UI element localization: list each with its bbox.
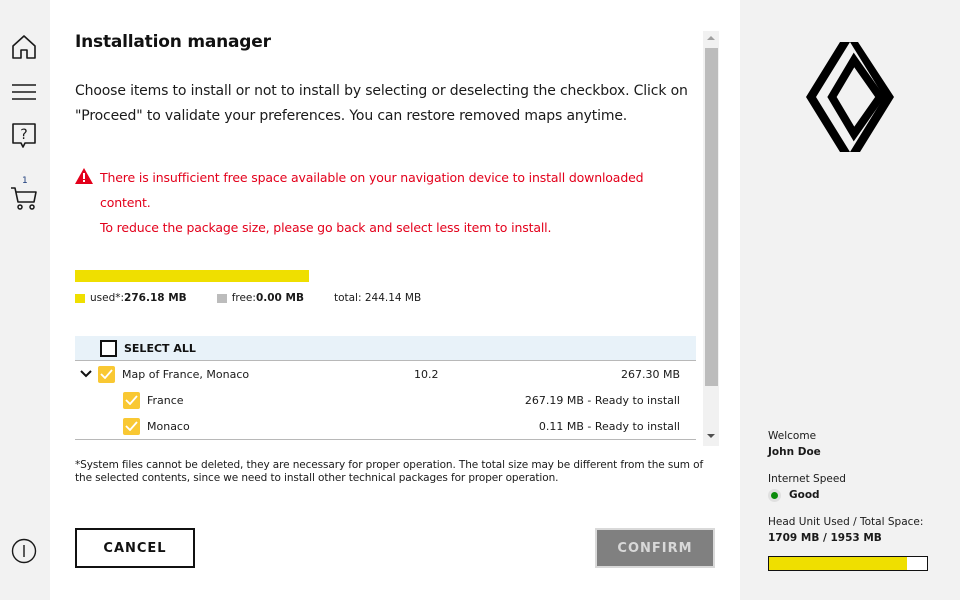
- free-swatch: [216, 293, 227, 303]
- confirm-button[interactable]: CONFIRM: [595, 528, 715, 568]
- help-icon: ?: [12, 123, 36, 148]
- head-unit-usage-bar: [768, 556, 928, 571]
- head-unit-value: 1709 MB / 1953 MB: [768, 532, 882, 544]
- head-unit-usage-fill: [769, 557, 908, 570]
- scroll-up-arrow-icon[interactable]: [707, 36, 715, 40]
- checkmark-icon: [100, 369, 113, 379]
- warning-message: There is insufficient free space availab…: [75, 165, 695, 240]
- menu-button[interactable]: [10, 78, 38, 106]
- item-name: France: [147, 393, 184, 407]
- cart-button[interactable]: [10, 184, 38, 212]
- cart-icon: [11, 187, 37, 210]
- storage-usage-bar: [75, 270, 309, 282]
- item-size: 267.19 MB - Ready to install: [524, 393, 680, 407]
- select-all-label: SELECT ALL: [124, 341, 196, 355]
- scrollbar[interactable]: [703, 31, 719, 446]
- free-value: 0.00 MB: [255, 292, 304, 304]
- scrollbar-thumb[interactable]: [705, 48, 718, 386]
- free-label: free:: [231, 292, 256, 304]
- item-checkbox[interactable]: [123, 417, 140, 435]
- used-value: 276.18 MB: [124, 292, 187, 304]
- sidebar: ? 1: [0, 0, 50, 600]
- storage-legend: used*: 276.18 MB free: 0.00 MB total: 24…: [75, 292, 421, 304]
- list-item[interactable]: France 267.19 MB - Ready to install: [75, 387, 696, 413]
- item-checkbox[interactable]: [123, 391, 140, 409]
- warning-line-2: To reduce the package size, please go ba…: [100, 220, 552, 235]
- internet-speed-label: Internet Speed: [768, 473, 846, 485]
- item-size: 0.11 MB - Ready to install: [538, 419, 680, 433]
- menu-icon: [12, 84, 36, 100]
- list-item[interactable]: Monaco 0.11 MB - Ready to install: [75, 413, 696, 439]
- right-panel: Welcome John Doe Internet Speed Good Hea…: [740, 0, 960, 600]
- warning-icon: [75, 167, 93, 192]
- footnote: *System files cannot be deleted, they ar…: [75, 459, 704, 484]
- used-swatch: [75, 293, 85, 303]
- scroll-down-arrow-icon[interactable]: [707, 434, 715, 438]
- cancel-button[interactable]: CANCEL: [75, 528, 195, 568]
- internet-status: Good: [789, 489, 820, 501]
- list-divider: [75, 439, 696, 440]
- select-all-row[interactable]: SELECT ALL: [75, 336, 696, 361]
- item-size: 267.30 MB: [620, 367, 680, 381]
- total-label: total: 244.14 MB: [333, 292, 422, 304]
- install-item-list: SELECT ALL Map of France, Monaco 10.2 26…: [75, 336, 696, 440]
- home-icon: [12, 35, 36, 59]
- chevron-down-icon[interactable]: [79, 367, 93, 381]
- item-checkbox[interactable]: [98, 365, 115, 383]
- item-version: 10.2: [414, 367, 439, 381]
- help-button[interactable]: ?: [10, 122, 38, 150]
- info-icon: [11, 538, 37, 564]
- list-item[interactable]: Map of France, Monaco 10.2 267.30 MB: [75, 361, 696, 387]
- checkmark-icon: [125, 395, 138, 405]
- installation-manager-panel: Installation manager Choose items to ins…: [50, 0, 740, 600]
- checkmark-icon: [125, 421, 138, 431]
- warning-line-1: There is insufficient free space availab…: [100, 170, 644, 210]
- intro-text: Choose items to install or not to instal…: [75, 83, 688, 124]
- used-label: used*:: [90, 292, 125, 304]
- home-button[interactable]: [10, 33, 38, 61]
- internet-status-icon: [768, 489, 781, 502]
- user-name: John Doe: [768, 446, 821, 458]
- page-title: Installation manager: [75, 32, 271, 52]
- svg-text:?: ?: [20, 127, 27, 143]
- info-button[interactable]: [10, 537, 38, 565]
- cart-badge: 1: [22, 176, 28, 186]
- head-unit-label: Head Unit Used / Total Space:: [768, 516, 924, 528]
- select-all-checkbox[interactable]: [100, 339, 117, 357]
- item-name: Map of France, Monaco: [122, 367, 250, 381]
- renault-logo: [806, 40, 894, 158]
- welcome-label: Welcome: [768, 430, 817, 442]
- item-name: Monaco: [147, 419, 190, 433]
